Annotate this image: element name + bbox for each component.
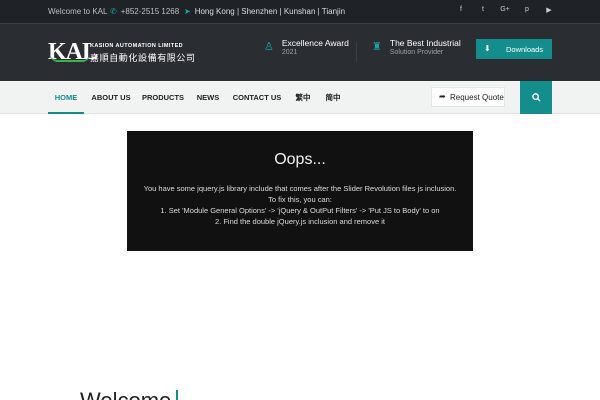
error-line: 1. Set 'Module General Options' -> 'jQue… (160, 206, 440, 215)
social-links: f t G+ p ▶ (456, 6, 554, 14)
nav-item-home[interactable]: HOME (48, 81, 84, 114)
nav-item-contact-us[interactable]: CONTACT US (232, 81, 282, 114)
nav-item-products[interactable]: PRODUCTS (141, 81, 185, 114)
search-icon (531, 93, 541, 102)
top-bar: Welcome to KAL ✆ +852-2515 1268 ➤ Hong K… (0, 0, 600, 23)
section-heading: Welcome (80, 388, 171, 400)
industrial-title: The Best Industrial (389, 38, 461, 48)
location-arrow-icon: ➤ (184, 6, 191, 16)
award-year: 2021 (281, 49, 298, 56)
logo-swoosh (50, 54, 90, 62)
phone-icon: ✆ (110, 6, 117, 16)
error-line: 2. Find the double jQuery.js inclusion a… (215, 217, 385, 226)
request-quote-label: Request Quote (450, 93, 504, 102)
error-line: You have some jquery.js library include … (143, 184, 457, 193)
award-title: Excellence Award (281, 38, 349, 48)
nav-item-news[interactable]: NEWS (194, 81, 222, 114)
trophy-icon: ♜ (372, 41, 382, 53)
site-header: KAL KASION AUTOMATION LIMITED 嘉順自動化設備有限公… (0, 23, 600, 81)
downloads-label: Downloads (506, 45, 544, 54)
youtube-icon[interactable]: ▶ (544, 6, 554, 14)
welcome-text: Welcome to KAL (48, 7, 108, 16)
heading-accent-line (176, 390, 178, 400)
pinterest-icon[interactable]: p (522, 6, 532, 14)
header-divider (356, 42, 357, 62)
share-arrow-icon: ➦ (439, 92, 446, 101)
downloads-button[interactable]: ⬇ Downloads (476, 39, 552, 59)
phone-contact[interactable]: ✆ +852-2515 1268 (110, 7, 179, 16)
company-name: KASION AUTOMATION LIMITED (90, 43, 184, 49)
site-logo[interactable]: KAL KASION AUTOMATION LIMITED 嘉順自動化設備有限公… (48, 40, 200, 66)
nav-item-about-us[interactable]: ABOUT US (90, 81, 132, 114)
industrial-award: ♜ The Best Industrial Solution Provider (372, 38, 461, 58)
phone-number: +852-2515 1268 (120, 7, 180, 16)
google-plus-icon[interactable]: G+ (500, 6, 510, 14)
main-nav: HOME ABOUT US PRODUCTS NEWS CONTACT US 繁… (0, 81, 600, 114)
slider-error-box: Oops... You have some jquery.js library … (127, 131, 473, 251)
error-message: You have some jquery.js library include … (127, 183, 473, 227)
error-line: To fix this, you can: (268, 195, 332, 204)
award-ribbon-icon: ♙ (264, 41, 274, 53)
request-quote-button[interactable]: ➦ Request Quote (431, 87, 505, 107)
download-icon: ⬇ (484, 44, 491, 53)
facebook-icon[interactable]: f (456, 6, 466, 14)
locations-text: Hong Kong | Shenzhen | Kunshan | Tianjin (194, 7, 346, 16)
company-name-cn: 嘉順自動化設備有限公司 (90, 53, 196, 63)
error-title: Oops... (274, 151, 326, 168)
search-button[interactable] (520, 81, 552, 114)
excellence-award: ♙ Excellence Award 2021 (264, 38, 349, 58)
location-info: ➤ Hong Kong | Shenzhen | Kunshan | Tianj… (184, 7, 345, 16)
twitter-icon[interactable]: t (478, 6, 488, 14)
nav-item-simplified-chinese[interactable]: 简中 (322, 81, 344, 114)
nav-item-traditional-chinese[interactable]: 繁中 (292, 81, 314, 114)
industrial-subtitle: Solution Provider (389, 49, 444, 56)
